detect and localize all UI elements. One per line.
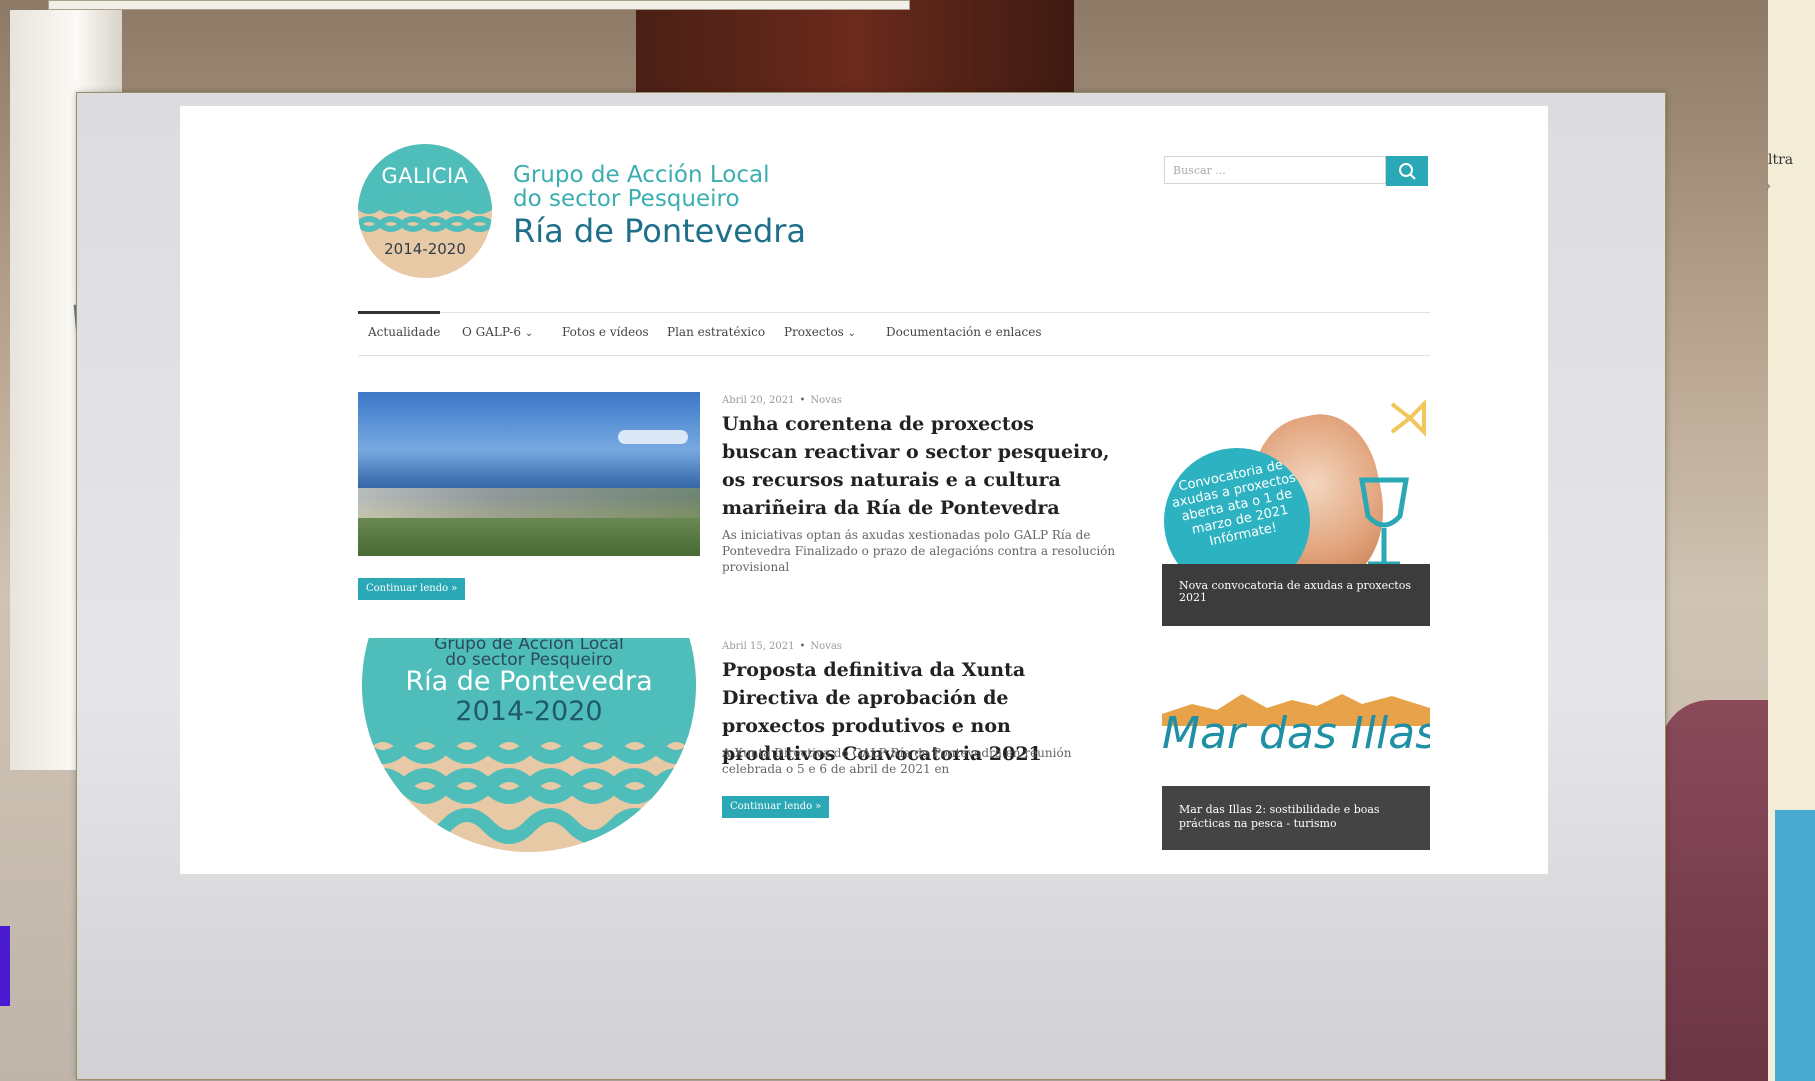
edge-text: ltra [1768,152,1794,168]
post-title[interactable]: Unha corentena de proxectos buscan react… [722,410,1112,522]
nav-item-documentacion[interactable]: Documentación e enlaces [886,325,1042,339]
post-excerpt: As iniciativas optan ás axudas xestionad… [722,528,1116,574]
left-purple-strip [0,926,10,1006]
person-sweater [1660,700,1770,1081]
logo-line-3: Ría de Pontevedra [513,212,807,250]
search-button[interactable] [1386,156,1428,186]
thumb-line-3: Ría de Pontevedra [405,666,653,697]
nav-item-actualidade[interactable]: Actualidade [368,325,440,339]
logo-line-2: do sector Pesqueiro [513,186,740,212]
search-icon [1399,163,1416,180]
continue-reading-button[interactable]: Continuar lendo » [722,796,830,818]
nav-item-proxectos[interactable]: Proxectos ⌄ [784,325,856,339]
logo-years: 2014-2020 [384,240,466,258]
nav-item-plan[interactable]: Plan estratéxico [667,325,765,339]
right-blue-panel [1775,810,1815,1081]
logo-region: GALICIA [381,164,469,188]
chevron-down-icon: ⌄ [847,328,857,339]
search-form: Buscar ... [1164,156,1430,188]
post-date: Abril 20, 2021 [722,395,795,406]
chevron-right-icon: › [1765,176,1772,195]
logo-line-1: Grupo de Acción Local [513,162,770,188]
nav-active-indicator [358,311,440,314]
main-nav: Actualidade O GALP-6 ⌄ Fotos e vídeos Pl… [358,311,1430,356]
post-category[interactable]: Novas [810,641,842,652]
widget-caption: Nova convocatoria de axudas a proxectos … [1162,564,1430,626]
chevron-down-icon: ⌄ [524,328,534,339]
sidebar-widget-mar-das-illas[interactable]: Mar das Illas Mar das Illas 2: sostibili… [1162,686,1430,850]
post-thumbnail[interactable] [358,392,700,556]
post-excerpt: A Xunta Directiva do GALP Ría de Ponteve… [722,746,1072,776]
widget-caption-text: Nova convocatoria de axudas a proxectos … [1179,579,1411,604]
search-input[interactable]: Buscar ... [1164,156,1386,184]
mar-das-illas-logo: Mar das Illas [1162,708,1430,759]
logo-emblem: GALICIA 2014-2020 [358,144,492,278]
thumb-line-4: 2014-2020 [455,696,603,727]
post-thumbnail[interactable]: Grupo de Acción Local do sector Pesqueir… [358,638,700,860]
website-page: GALICIA 2014-2020 Grupo de Acción Local … [180,106,1548,874]
continue-reading-button[interactable]: Continuar lendo » [358,578,466,600]
post-meta: Abril 15, 2021 • Novas [722,641,842,652]
fish-icon [1390,400,1426,437]
nav-item-ogalp[interactable]: O GALP-6 ⌄ [462,325,533,339]
sidebar-widget-convocatoria[interactable]: Convocatoria de axudas a proxectos abert… [1162,398,1430,626]
nav-item-fotos[interactable]: Fotos e vídeos [562,325,649,339]
post-meta: Abril 20, 2021 • Novas [722,395,842,406]
wooden-door [636,0,1074,96]
nav-label: O GALP-6 [462,325,521,339]
site-logo[interactable]: GALICIA 2014-2020 Grupo de Acción Local … [358,144,820,284]
widget-caption: Mar das Illas 2: sostibilidade e boas pr… [1162,786,1430,850]
top-banner [48,0,910,10]
nav-label: Proxectos [784,325,844,339]
post-category[interactable]: Novas [810,395,842,406]
wine-glass-icon [1359,477,1409,567]
widget-caption-text: Mar das Illas 2: sostibilidade e boas pr… [1179,803,1380,830]
post-date: Abril 15, 2021 [722,641,795,652]
